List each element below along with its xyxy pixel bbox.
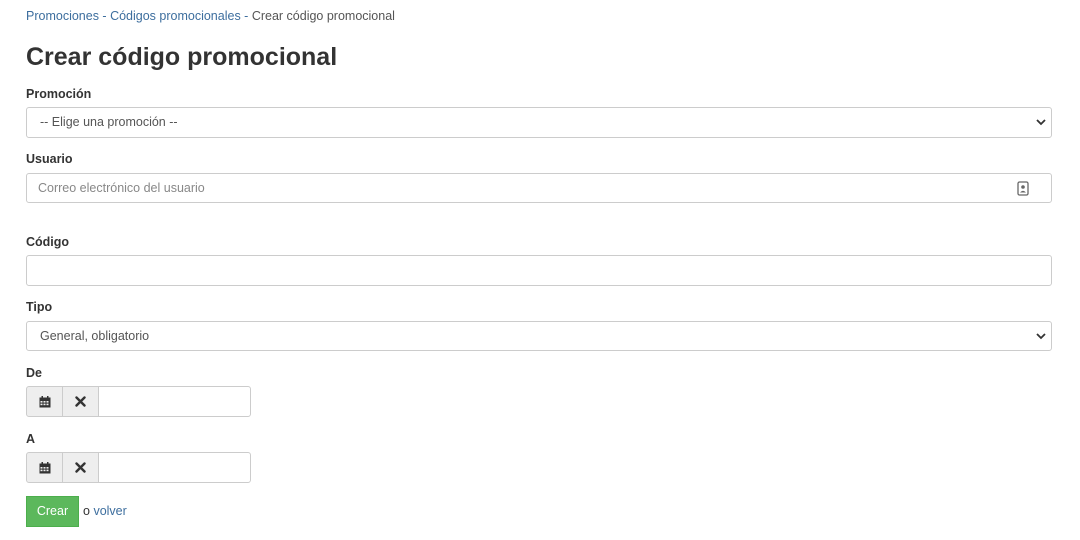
code-input[interactable] — [26, 255, 1052, 286]
close-icon — [75, 462, 86, 473]
to-date-input[interactable] — [98, 452, 251, 483]
type-selected-value: General, obligatorio — [40, 329, 150, 343]
breadcrumb-current: Crear código promocional — [251, 9, 395, 23]
to-calendar-button[interactable] — [26, 452, 63, 483]
to-date-label: A — [26, 432, 36, 446]
page: Promociones - Códigos promocionales - Cr… — [0, 0, 1080, 540]
from-date-label: De — [26, 366, 42, 380]
create-button[interactable]: Crear — [26, 496, 79, 527]
breadcrumb-separator: - — [98, 9, 111, 23]
page-title: Crear código promocional — [26, 43, 338, 71]
code-label: Código — [26, 235, 70, 249]
type-select[interactable]: General, obligatorio — [26, 321, 1052, 351]
from-date-input[interactable] — [98, 386, 251, 417]
promotion-selected-value: -- Elige una promoción -- — [40, 115, 178, 129]
to-clear-button[interactable] — [62, 452, 99, 483]
promotion-label: Promoción — [26, 87, 92, 101]
calendar-icon — [39, 461, 50, 473]
breadcrumb-separator: - — [240, 9, 252, 23]
user-email-placeholder: Correo electrónico del usuario — [38, 181, 205, 195]
chevron-down-icon — [1036, 119, 1046, 126]
to-date-picker — [26, 452, 251, 483]
promotion-select[interactable]: -- Elige una promoción -- — [26, 107, 1052, 138]
back-prefix: o — [83, 504, 90, 518]
contact-card-icon[interactable] — [1017, 181, 1029, 196]
chevron-down-icon — [1036, 333, 1046, 340]
type-label: Tipo — [26, 300, 53, 314]
breadcrumb: Promociones - Códigos promocionales - Cr… — [26, 8, 395, 24]
user-label: Usuario — [26, 152, 73, 166]
breadcrumb-link-promotions[interactable]: Promociones — [26, 9, 99, 23]
close-icon — [75, 396, 86, 407]
from-calendar-button[interactable] — [26, 386, 63, 417]
calendar-icon — [39, 395, 50, 407]
user-email-input[interactable]: Correo electrónico del usuario — [26, 173, 1052, 203]
from-date-picker — [26, 386, 251, 417]
breadcrumb-link-promo-codes[interactable]: Códigos promocionales — [110, 9, 241, 23]
from-clear-button[interactable] — [62, 386, 99, 417]
back-link[interactable]: volver — [93, 504, 126, 518]
back-text: o volver — [83, 503, 127, 519]
